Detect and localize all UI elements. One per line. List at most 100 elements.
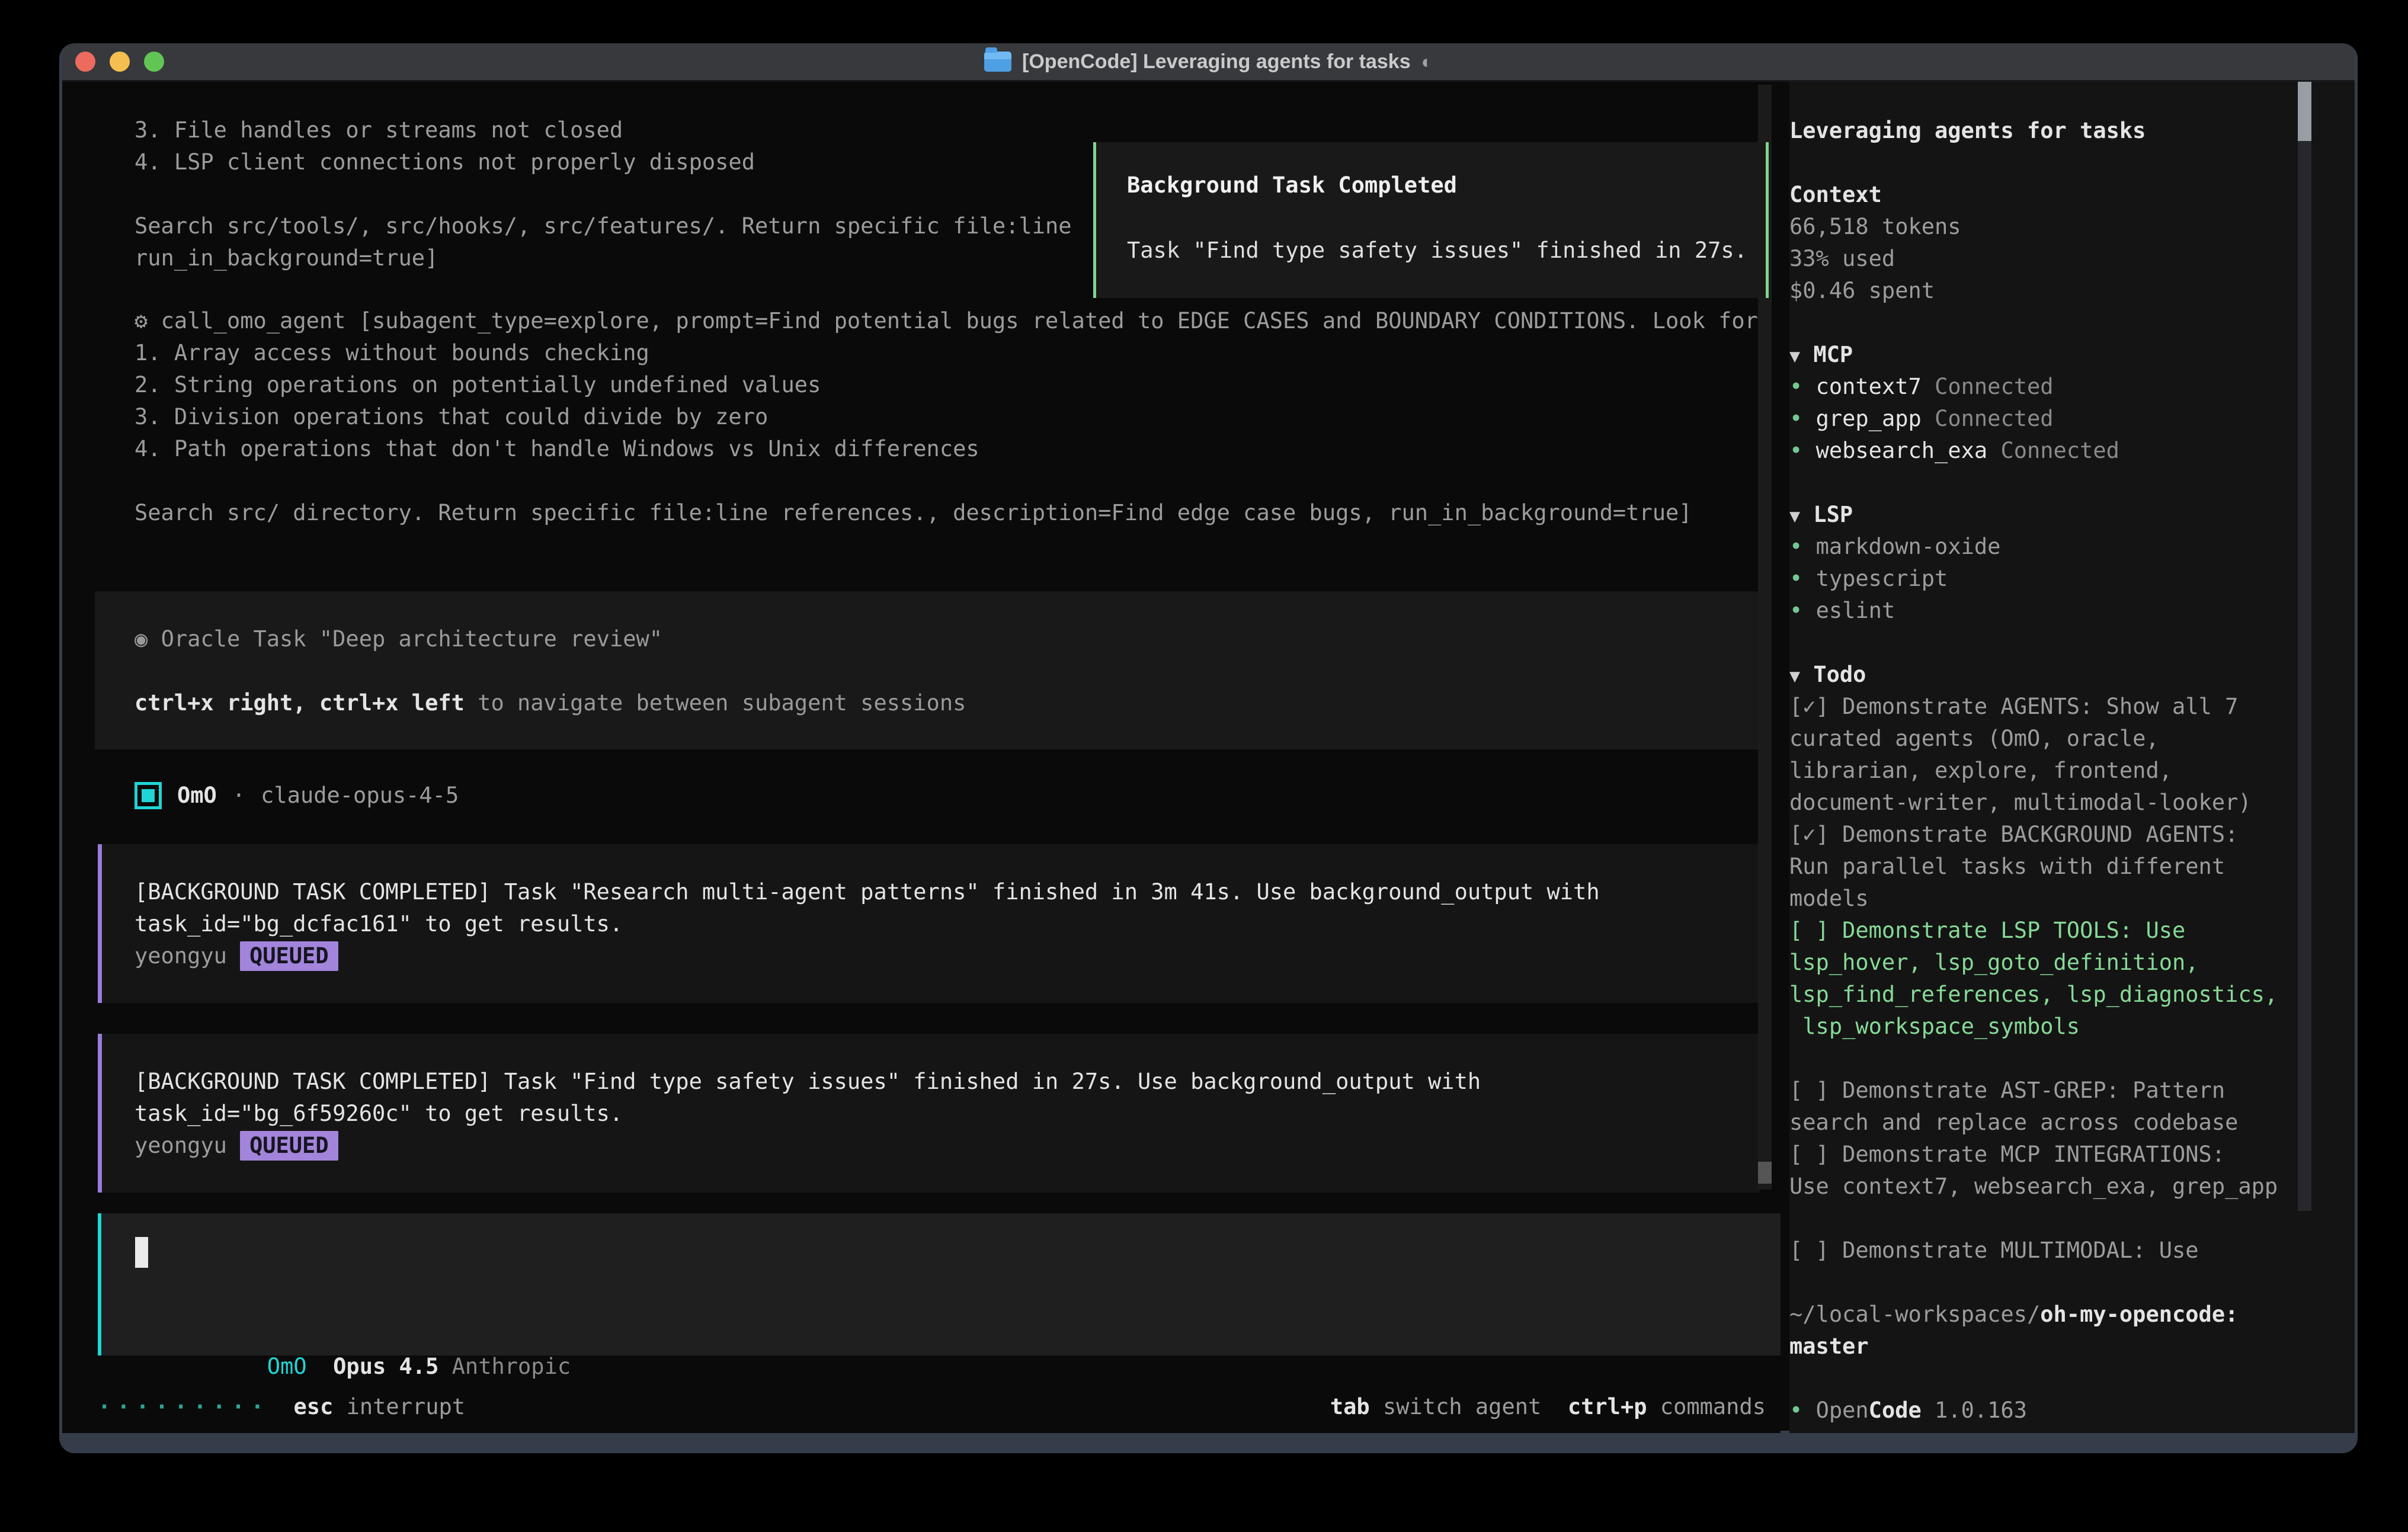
- window-title: [OpenCode] Leveraging agents for tasks: [1022, 50, 1411, 73]
- close-window-button[interactable]: [75, 52, 95, 72]
- todo-item-line: lsp_workspace_symbols: [1789, 1011, 2355, 1043]
- todo-item-line: [✓] Demonstrate AGENTS: Show all 7: [1789, 691, 2355, 723]
- prompt-input[interactable]: OmO Opus 4.5 Anthropic: [98, 1213, 1781, 1355]
- sidebar-scrollbar-thumb[interactable]: [2298, 82, 2311, 141]
- chat-panel: 3. File handles or streams not closed 4.…: [62, 82, 1781, 1433]
- spacer: [1789, 307, 2355, 339]
- commands-key-label: commands: [1647, 1391, 1766, 1423]
- commands-key-hint: ctrl+p: [1568, 1391, 1647, 1423]
- folder-icon: [984, 52, 1011, 72]
- background-task-message: [BACKGROUND TASK COMPLETED] Task "Find t…: [98, 1034, 1760, 1193]
- status-dot-icon: •: [1789, 374, 1802, 399]
- status-dot-icon: •: [1789, 598, 1802, 623]
- todo-item-line: Use context7, websearch_exa, grep_app: [1789, 1171, 2355, 1203]
- context-heading: Context: [1789, 179, 2355, 211]
- agent-model-row: OmO · claude-opus-4-5: [135, 780, 459, 812]
- chevron-down-icon: ▼: [1789, 506, 1800, 527]
- mcp-name: context7: [1816, 374, 1922, 399]
- status-dot-icon: •: [1789, 534, 1802, 559]
- todo-heading: Todo: [1813, 662, 1866, 687]
- window-titlebar[interactable]: [OpenCode] Leveraging agents for tasks ◐: [62, 43, 2355, 82]
- chevron-down-icon: ▼: [1789, 666, 1800, 687]
- message-line: [BACKGROUND TASK COMPLETED] Task "Find t…: [135, 1066, 1760, 1098]
- toast-notification: Background Task Completed Task "Find typ…: [1093, 142, 1769, 298]
- sidebar-panel: Leveraging agents for tasks Context 66,5…: [1789, 82, 2355, 1433]
- lsp-heading: LSP: [1813, 502, 1853, 527]
- status-dot-icon: •: [1789, 406, 1802, 431]
- chat-scrollbar-thumb[interactable]: [1758, 1162, 1772, 1184]
- spacer: [135, 178, 1072, 210]
- separator-dot: ·: [232, 780, 245, 812]
- workspace-path-prefix: ~/local-workspaces/: [1789, 1302, 2040, 1327]
- tool-call-line: call_omo_agent [subagent_type=explore, p…: [161, 308, 1758, 334]
- background-task-message: [BACKGROUND TASK COMPLETED] Task "Resear…: [98, 844, 1760, 1003]
- record-icon: ◉: [135, 626, 161, 652]
- todo-item-line: models: [1789, 883, 2355, 915]
- keybinding-hint-keys: ctrl+x right, ctrl+x left: [135, 690, 465, 716]
- message-line: [BACKGROUND TASK COMPLETED] Task "Resear…: [135, 876, 1760, 908]
- spacer: [1541, 1391, 1568, 1423]
- notification-message: Task "Find type safety issues" finished …: [1127, 235, 1766, 267]
- input-provider: Anthropic: [452, 1354, 571, 1379]
- subagent-session-box: ◉ Oracle Task "Deep architecture review"…: [95, 591, 1760, 749]
- message-author: yeongyu: [135, 1133, 227, 1158]
- tool-call-line: 4. Path operations that don't handle Win…: [135, 433, 1758, 465]
- spacer: [1789, 1363, 2355, 1395]
- context-spent: $0.46 spent: [1789, 275, 2355, 307]
- workspace-path: ~/local-workspaces/oh-my-opencode:: [1789, 1299, 2355, 1331]
- mcp-name: grep_app: [1816, 406, 1922, 431]
- status-dot-icon: •: [1789, 438, 1802, 463]
- context-tokens: 66,518 tokens: [1789, 211, 2355, 243]
- spinner-dots-icon: ·········: [98, 1391, 270, 1423]
- workspace-repo: oh-my-opencode:: [2040, 1302, 2238, 1327]
- input-agent-name: OmO: [267, 1354, 307, 1379]
- scrollback-line: 4. LSP client connections not properly d…: [135, 146, 1072, 178]
- context-used: 33% used: [1789, 243, 2355, 275]
- session-busy-icon: ◐: [1421, 51, 1433, 73]
- tool-call-line: 2. String operations on potentially unde…: [135, 369, 1758, 401]
- mcp-status: Connected: [1935, 406, 2053, 431]
- tool-call-line: Search src/ directory. Return specific f…: [135, 497, 1758, 529]
- maximize-window-button[interactable]: [144, 52, 164, 72]
- spacer: [1789, 467, 2355, 499]
- tool-call-block: ⚙ call_omo_agent [subagent_type=explore,…: [135, 305, 1758, 529]
- todo-item-line: document-writer, multimodal-looker): [1789, 787, 2355, 819]
- spacer: [1789, 1267, 2355, 1299]
- todo-section-header[interactable]: ▼ Todo: [1789, 659, 2355, 691]
- status-dot-icon: •: [1789, 1398, 1802, 1423]
- todo-item-line: [ ] Demonstrate MULTIMODAL: Use: [1789, 1235, 2355, 1267]
- scrollback-line: 3. File handles or streams not closed: [135, 114, 1072, 146]
- lsp-name: eslint: [1816, 598, 1895, 623]
- spacer: [1789, 1203, 2355, 1235]
- spacer: [135, 655, 1760, 687]
- tab-key-label: switch agent: [1370, 1391, 1542, 1423]
- todo-item-line: librarian, explore, frontend,: [1789, 755, 2355, 787]
- message-author: yeongyu: [135, 943, 227, 969]
- mcp-heading: MCP: [1813, 342, 1853, 367]
- spacer: [1789, 627, 2355, 659]
- lsp-section-header[interactable]: ▼ LSP: [1789, 499, 2355, 531]
- spacer: [135, 465, 1758, 497]
- agent-icon: [135, 782, 162, 809]
- mcp-item: • grep_app Connected: [1789, 403, 2355, 435]
- mcp-section-header[interactable]: ▼ MCP: [1789, 339, 2355, 371]
- lsp-item: • typescript: [1789, 563, 2355, 595]
- sidebar-scrollbar-track[interactable]: [2298, 82, 2311, 1211]
- lsp-name: typescript: [1816, 566, 1948, 591]
- tool-call-line: 3. Division operations that could divide…: [135, 401, 1758, 433]
- spacer: [1789, 147, 2355, 179]
- mcp-status: Connected: [2000, 438, 2119, 463]
- minimize-window-button[interactable]: [110, 52, 130, 72]
- mcp-item: • context7 Connected: [1789, 371, 2355, 403]
- app-version: 1.0.163: [1922, 1398, 2027, 1423]
- todo-item-line: lsp_find_references, lsp_diagnostics,: [1789, 979, 2355, 1011]
- scrollback-line: Search src/tools/, src/hooks/, src/featu…: [135, 210, 1072, 242]
- todo-item-line: Run parallel tasks with different: [1789, 851, 2355, 883]
- spacer: [1789, 1043, 2355, 1075]
- tool-call-line: 1. Array access without bounds checking: [135, 337, 1758, 369]
- todo-item-line: [ ] Demonstrate MCP INTEGRATIONS:: [1789, 1139, 2355, 1171]
- lsp-item: • eslint: [1789, 595, 2355, 627]
- notification-title: Background Task Completed: [1127, 169, 1766, 201]
- workspace-branch: master: [1789, 1331, 2355, 1363]
- gear-icon: ⚙: [135, 308, 161, 334]
